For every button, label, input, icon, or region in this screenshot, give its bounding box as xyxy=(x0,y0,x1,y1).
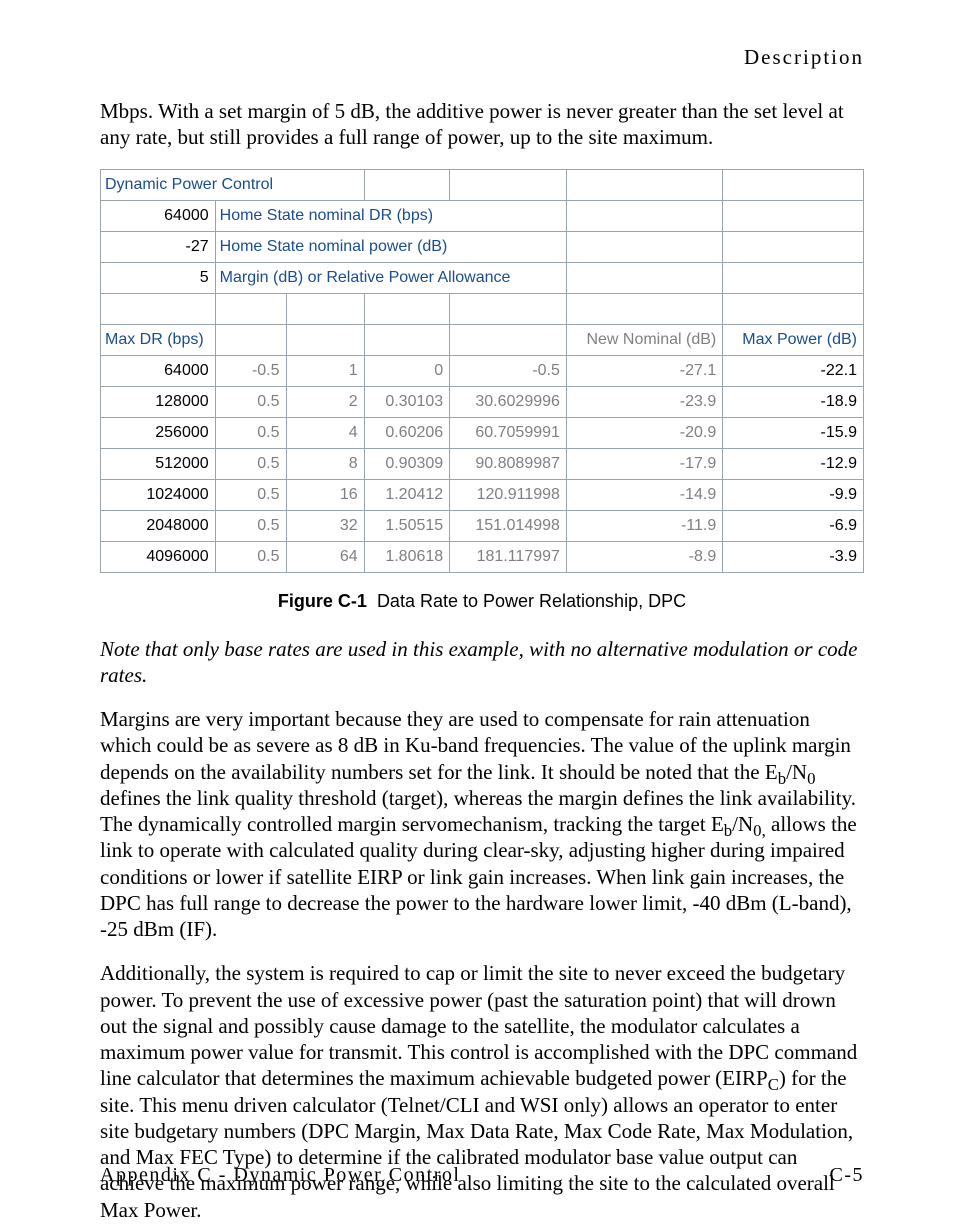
cell: 4096000 xyxy=(101,541,216,572)
figure-label: Figure C-1 xyxy=(278,591,367,611)
col-header-dr: Max DR (bps) xyxy=(101,324,216,355)
cell: 0.60206 xyxy=(364,417,449,448)
table-row: 512000 0.5 8 0.90309 90.8089987 -17.9 -1… xyxy=(101,448,864,479)
cell: 0 xyxy=(364,355,449,386)
cell: -15.9 xyxy=(723,417,864,448)
cell: -8.9 xyxy=(566,541,722,572)
cell: -11.9 xyxy=(566,510,722,541)
cell: 256000 xyxy=(101,417,216,448)
footer-right: C-5 xyxy=(830,1164,865,1187)
cell: 151.014998 xyxy=(450,510,567,541)
cell: -12.9 xyxy=(723,448,864,479)
param-label-1: Home State nominal power (dB) xyxy=(215,231,566,262)
param-label-2: Margin (dB) or Relative Power Allowance xyxy=(215,262,566,293)
text: /N xyxy=(786,760,807,784)
figure-text: Data Rate to Power Relationship, DPC xyxy=(377,591,686,611)
cell: -17.9 xyxy=(566,448,722,479)
param-label-0: Home State nominal DR (bps) xyxy=(215,200,566,231)
cell: -20.9 xyxy=(566,417,722,448)
cell: 64 xyxy=(286,541,364,572)
col-header-max: Max Power (dB) xyxy=(723,324,864,355)
text: Margins are very important because they … xyxy=(100,707,851,784)
cell: 2 xyxy=(286,386,364,417)
table-row: 128000 0.5 2 0.30103 30.6029996 -23.9 -1… xyxy=(101,386,864,417)
page-footer: Appendix C - Dynamic Power Control C-5 xyxy=(100,1164,864,1187)
param-value-2: 5 xyxy=(101,262,216,293)
cell: 1.50515 xyxy=(364,510,449,541)
cell: 0.90309 xyxy=(364,448,449,479)
cell: 0.5 xyxy=(215,541,286,572)
table-row: 4096000 0.5 64 1.80618 181.117997 -8.9 -… xyxy=(101,541,864,572)
cell: -27.1 xyxy=(566,355,722,386)
cell: 0.5 xyxy=(215,448,286,479)
cell: 120.911998 xyxy=(450,479,567,510)
cell: 181.117997 xyxy=(450,541,567,572)
section-header: Description xyxy=(100,45,864,70)
table-row: 1024000 0.5 16 1.20412 120.911998 -14.9 … xyxy=(101,479,864,510)
footer-left: Appendix C - Dynamic Power Control xyxy=(100,1164,460,1187)
param-value-1: -27 xyxy=(101,231,216,262)
cell: -22.1 xyxy=(723,355,864,386)
cell: -23.9 xyxy=(566,386,722,417)
cell: -18.9 xyxy=(723,386,864,417)
cell: -0.5 xyxy=(450,355,567,386)
figure-caption: Figure C-1 Data Rate to Power Relationsh… xyxy=(100,591,864,612)
intro-paragraph: Mbps. With a set margin of 5 dB, the add… xyxy=(100,98,864,151)
cell: -3.9 xyxy=(723,541,864,572)
cell: 128000 xyxy=(101,386,216,417)
cell: 0.30103 xyxy=(364,386,449,417)
cell: 8 xyxy=(286,448,364,479)
cell: 60.7059991 xyxy=(450,417,567,448)
cell: 4 xyxy=(286,417,364,448)
cell: 90.8089987 xyxy=(450,448,567,479)
dpc-table: Dynamic Power Control 64000 Home State n… xyxy=(100,169,864,573)
col-header-nom: New Nominal (dB) xyxy=(566,324,722,355)
cell: 16 xyxy=(286,479,364,510)
text: Additionally, the system is required to … xyxy=(100,961,857,1090)
table-row: 2048000 0.5 32 1.50515 151.014998 -11.9 … xyxy=(101,510,864,541)
cell: 1.20412 xyxy=(364,479,449,510)
param-value-0: 64000 xyxy=(101,200,216,231)
table-row: 64000 -0.5 1 0 -0.5 -27.1 -22.1 xyxy=(101,355,864,386)
cell: 64000 xyxy=(101,355,216,386)
cell: 1 xyxy=(286,355,364,386)
cell: 32 xyxy=(286,510,364,541)
cell: 0.5 xyxy=(215,386,286,417)
cell: 0.5 xyxy=(215,510,286,541)
cell: 1024000 xyxy=(101,479,216,510)
cell: -9.9 xyxy=(723,479,864,510)
cell: -6.9 xyxy=(723,510,864,541)
table-title: Dynamic Power Control xyxy=(101,169,365,200)
cell: -14.9 xyxy=(566,479,722,510)
cell: -0.5 xyxy=(215,355,286,386)
table-row: 256000 0.5 4 0.60206 60.7059991 -20.9 -1… xyxy=(101,417,864,448)
cell: 30.6029996 xyxy=(450,386,567,417)
cell: 0.5 xyxy=(215,417,286,448)
cell: 2048000 xyxy=(101,510,216,541)
cell: 1.80618 xyxy=(364,541,449,572)
margins-paragraph: Margins are very important because they … xyxy=(100,706,864,942)
text: /N xyxy=(732,812,753,836)
cell: 512000 xyxy=(101,448,216,479)
cell: 0.5 xyxy=(215,479,286,510)
note-italic: Note that only base rates are used in th… xyxy=(100,636,864,689)
dpc-table-wrap: Dynamic Power Control 64000 Home State n… xyxy=(100,169,864,573)
